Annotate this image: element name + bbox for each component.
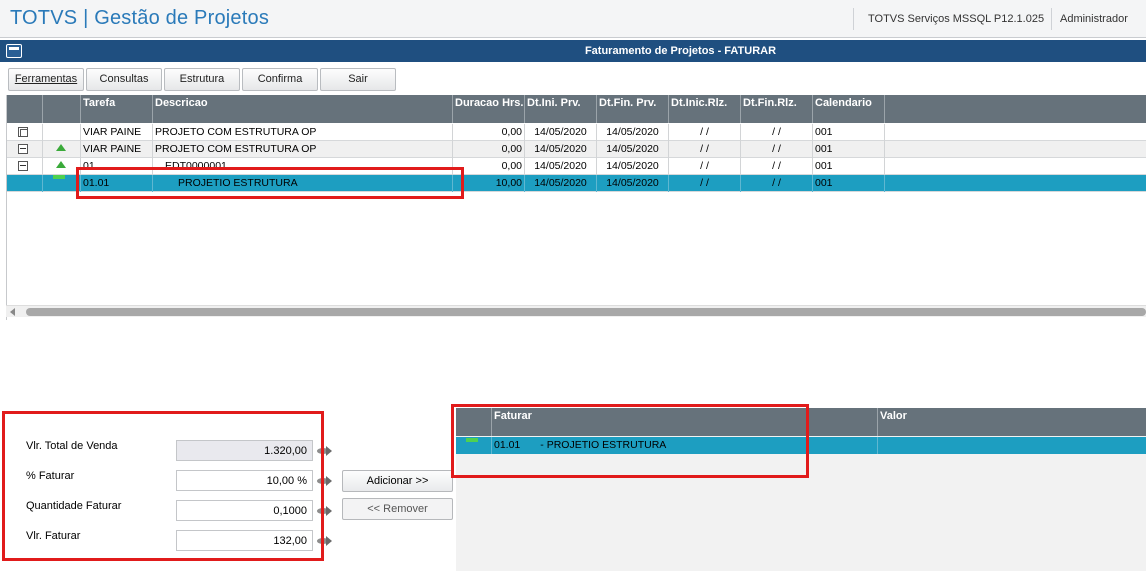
highlight-box bbox=[76, 167, 464, 199]
tree-cell bbox=[7, 158, 43, 175]
tree-minus-icon[interactable] bbox=[18, 144, 28, 154]
col-dt-inic-rlz[interactable]: Dt.Inic.Rlz. bbox=[669, 95, 741, 123]
col-duracao[interactable]: Duracao Hrs. bbox=[453, 95, 525, 123]
app-header: TOTVS | Gestão de Projetos TOTVS Serviço… bbox=[0, 0, 1146, 38]
toolbar: Ferramentas Consultas Estrutura Confirma… bbox=[0, 62, 1146, 94]
consultas-label: Consultas bbox=[99, 73, 149, 85]
dt-inic-rlz-cell: / / bbox=[669, 124, 741, 141]
green-triangle-icon bbox=[56, 144, 66, 151]
calendario-cell: 001 bbox=[813, 124, 885, 141]
status-cell bbox=[43, 141, 81, 158]
tasks-grid-header: Tarefa Descricao Duracao Hrs. Dt.Ini. Pr… bbox=[7, 95, 1146, 123]
dt-inic-rlz-cell: / / bbox=[669, 175, 741, 192]
dt-ini-prv-cell: 14/05/2020 bbox=[525, 175, 597, 192]
tarefa-cell: VIAR PAINE bbox=[81, 141, 153, 158]
header-divider bbox=[1051, 8, 1052, 30]
col-tree bbox=[7, 95, 43, 123]
window-title: Faturamento de Projetos - FATURAR bbox=[584, 45, 777, 57]
dt-fin-rlz-cell: / / bbox=[741, 175, 813, 192]
col-descricao[interactable]: Descricao bbox=[153, 95, 453, 123]
adicionar-button[interactable]: Adicionar >> bbox=[342, 470, 453, 492]
duracao-cell: 0,00 bbox=[453, 124, 525, 141]
tasks-grid[interactable]: Tarefa Descricao Duracao Hrs. Dt.Ini. Pr… bbox=[6, 95, 1146, 320]
col-tarefa[interactable]: Tarefa bbox=[81, 95, 153, 123]
tasks-grid-scrollbar[interactable] bbox=[6, 305, 1146, 317]
sair-label: Sair bbox=[348, 73, 368, 85]
col-status bbox=[43, 95, 81, 123]
green-bar-icon bbox=[53, 175, 65, 179]
calendario-cell: 001 bbox=[813, 158, 885, 175]
ferramentas-label: Ferramentas bbox=[14, 73, 78, 85]
dt-fin-rlz-cell: / / bbox=[741, 158, 813, 175]
dt-inic-rlz-cell: / / bbox=[669, 141, 741, 158]
dt-ini-prv-cell: 14/05/2020 bbox=[525, 158, 597, 175]
user-menu[interactable]: Administrador bbox=[1060, 13, 1128, 25]
duracao-cell: 0,00 bbox=[453, 141, 525, 158]
col-dt-fin-rlz[interactable]: Dt.Fin.Rlz. bbox=[741, 95, 813, 123]
tree-cell bbox=[7, 175, 43, 192]
tree-cell bbox=[7, 124, 43, 141]
ferramentas-button[interactable]: Ferramentas bbox=[8, 68, 84, 91]
tree-minus-icon[interactable] bbox=[18, 161, 28, 171]
table-row[interactable]: VIAR PAINE PROJETO COM ESTRUTURA OP 0,00… bbox=[7, 141, 1146, 158]
confirma-label: Confirma bbox=[257, 73, 303, 85]
col-calendario[interactable]: Calendario bbox=[813, 95, 885, 123]
dt-fin-rlz-cell: / / bbox=[741, 124, 813, 141]
col-valor[interactable]: Valor bbox=[878, 408, 1146, 436]
confirma-button[interactable]: Confirma bbox=[242, 68, 318, 91]
highlight-box bbox=[2, 411, 324, 561]
estrutura-button[interactable]: Estrutura bbox=[164, 68, 240, 91]
dt-inic-rlz-cell: / / bbox=[669, 158, 741, 175]
green-triangle-icon bbox=[56, 161, 66, 168]
tree-box-icon[interactable] bbox=[18, 127, 28, 137]
dt-ini-prv-cell: 14/05/2020 bbox=[525, 141, 597, 158]
calendario-cell: 001 bbox=[813, 141, 885, 158]
valor-cell bbox=[878, 437, 1146, 454]
app-title: TOTVS | Gestão de Projetos bbox=[10, 7, 270, 29]
table-row[interactable]: VIAR PAINE PROJETO COM ESTRUTURA OP 0,00… bbox=[7, 124, 1146, 141]
remover-button[interactable]: << Remover bbox=[342, 498, 453, 520]
scroll-thumb[interactable] bbox=[26, 308, 1146, 316]
col-dt-ini-prv[interactable]: Dt.Ini. Prv. bbox=[525, 95, 597, 123]
server-label: TOTVS Serviços MSSQL P12.1.025 bbox=[868, 13, 1045, 25]
calendario-cell: 001 bbox=[813, 175, 885, 192]
header-divider bbox=[853, 8, 854, 30]
dt-fin-prv-cell: 14/05/2020 bbox=[597, 158, 669, 175]
window-title-bar: Faturamento de Projetos - FATURAR bbox=[0, 40, 1146, 62]
dt-fin-prv-cell: 14/05/2020 bbox=[597, 141, 669, 158]
dt-fin-rlz-cell: / / bbox=[741, 141, 813, 158]
status-cell bbox=[43, 124, 81, 141]
tarefa-cell: VIAR PAINE bbox=[81, 124, 153, 141]
dt-fin-prv-cell: 14/05/2020 bbox=[597, 175, 669, 192]
descricao-cell: PROJETO COM ESTRUTURA OP bbox=[153, 124, 453, 141]
col-dt-fin-prv[interactable]: Dt.Fin. Prv. bbox=[597, 95, 669, 123]
tree-cell bbox=[7, 141, 43, 158]
consultas-button[interactable]: Consultas bbox=[86, 68, 162, 91]
sair-button[interactable]: Sair bbox=[320, 68, 396, 91]
highlight-box bbox=[451, 404, 809, 478]
dt-ini-prv-cell: 14/05/2020 bbox=[525, 124, 597, 141]
dt-fin-prv-cell: 14/05/2020 bbox=[597, 124, 669, 141]
estrutura-label: Estrutura bbox=[179, 73, 225, 85]
descricao-cell: PROJETO COM ESTRUTURA OP bbox=[153, 141, 453, 158]
scroll-left-icon[interactable] bbox=[10, 308, 15, 316]
